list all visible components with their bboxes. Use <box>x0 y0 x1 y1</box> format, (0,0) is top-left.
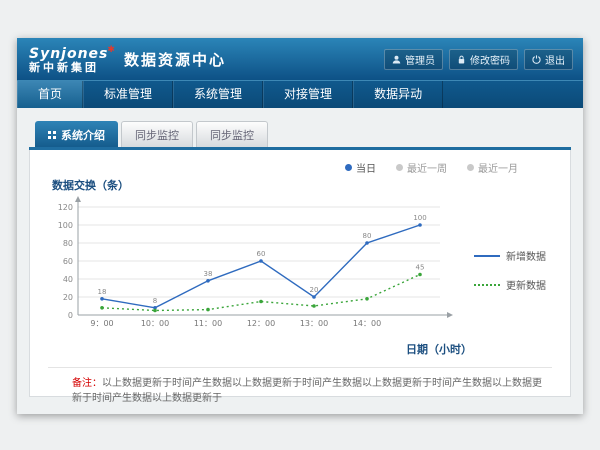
nav-item-system-mgmt[interactable]: 系统管理 <box>173 81 263 108</box>
legend-new-data-label: 新增数据 <box>506 248 546 263</box>
tab-system-intro-label: 系统介绍 <box>61 127 105 143</box>
svg-text:120: 120 <box>58 203 73 212</box>
tab-sync-monitor-1[interactable]: 同步监控 <box>121 121 193 147</box>
grid-icon <box>48 131 56 139</box>
radio-dot-icon <box>467 164 474 171</box>
svg-text:9：00: 9：00 <box>90 319 113 328</box>
tab-sync-monitor-2-label: 同步监控 <box>210 127 254 143</box>
divider <box>48 367 552 368</box>
admin-user-label: 管理员 <box>405 52 435 67</box>
change-password-button[interactable]: 修改密码 <box>449 49 518 70</box>
logout-button[interactable]: 退出 <box>524 49 573 70</box>
note-text: 以上数据更新于时间产生数据以上数据更新于时间产生数据以上数据更新于时间产生数据以… <box>72 378 542 404</box>
legend-updated-data[interactable]: 更新数据 <box>474 277 546 292</box>
time-range-filters: 当日 最近一周 最近一月 <box>48 160 552 175</box>
svg-text:60: 60 <box>63 257 73 266</box>
logout-label: 退出 <box>545 52 565 67</box>
filter-last-week[interactable]: 最近一周 <box>396 160 447 175</box>
change-password-label: 修改密码 <box>470 52 510 67</box>
logo: Synjones✱ 新中新集团 <box>17 45 114 73</box>
lock-icon <box>457 55 466 64</box>
chart-panel: 当日 最近一周 最近一月 数据交换（条） 0 20 40 60 80 100 120 9：00… <box>29 150 571 397</box>
svg-text:80: 80 <box>363 232 372 240</box>
svg-text:20: 20 <box>310 286 319 294</box>
svg-text:45: 45 <box>416 264 425 272</box>
nav-item-home[interactable]: 首页 <box>17 81 83 108</box>
footer-note: 备注：以上数据更新于时间产生数据以上数据更新于时间产生数据以上数据更新于时间产生… <box>48 376 552 406</box>
filter-today-label: 当日 <box>356 160 376 175</box>
content-area: 系统介绍 同步监控 同步监控 当日 最近一周 <box>17 108 583 397</box>
filter-last-week-label: 最近一周 <box>407 160 447 175</box>
note-label: 备注： <box>72 378 102 389</box>
solid-line-icon <box>474 255 500 257</box>
logo-star-icon: ✱ <box>107 45 115 55</box>
radio-dot-icon <box>396 164 403 171</box>
svg-text:40: 40 <box>63 275 73 284</box>
svg-text:14：00: 14：00 <box>353 319 381 328</box>
app-window: Synjones✱ 新中新集团 数据资源中心 管理员 修改密码 <box>17 38 583 414</box>
logo-name: Synjones <box>29 46 108 62</box>
nav-item-connect-mgmt[interactable]: 对接管理 <box>263 81 353 108</box>
filter-last-month-label: 最近一月 <box>478 160 518 175</box>
power-icon <box>532 55 541 64</box>
svg-text:0: 0 <box>68 311 73 320</box>
main-nav: 首页 标准管理 系统管理 对接管理 数据异动 <box>17 80 583 108</box>
filter-last-month[interactable]: 最近一月 <box>467 160 518 175</box>
nav-item-standard-mgmt[interactable]: 标准管理 <box>83 81 173 108</box>
radio-dot-icon <box>345 164 352 171</box>
filter-today[interactable]: 当日 <box>345 160 376 175</box>
svg-text:12：00: 12：00 <box>247 319 275 328</box>
dotted-line-icon <box>474 284 500 286</box>
svg-text:13：00: 13：00 <box>300 319 328 328</box>
header-bar: Synjones✱ 新中新集团 数据资源中心 管理员 修改密码 <box>17 38 583 80</box>
svg-text:100: 100 <box>413 214 426 222</box>
svg-text:100: 100 <box>58 221 73 230</box>
line-chart: 0 20 40 60 80 100 120 9：00 10：00 11：00 12：00 13：00 1… <box>48 195 468 345</box>
tab-bar: 系统介绍 同步监控 同步监控 <box>29 121 571 147</box>
nav-item-data-change[interactable]: 数据异动 <box>353 81 443 108</box>
svg-text:80: 80 <box>63 239 73 248</box>
svg-text:11：00: 11：00 <box>194 319 222 328</box>
header-actions: 管理员 修改密码 退出 <box>384 49 573 70</box>
svg-text:18: 18 <box>98 288 107 296</box>
svg-text:60: 60 <box>257 250 266 258</box>
series-legend: 新增数据 更新数据 <box>474 248 546 292</box>
svg-text:10：00: 10：00 <box>141 319 169 328</box>
page-title: 数据资源中心 <box>124 49 226 70</box>
tab-system-intro[interactable]: 系统介绍 <box>35 121 118 147</box>
legend-updated-data-label: 更新数据 <box>506 277 546 292</box>
tab-sync-monitor-1-label: 同步监控 <box>135 127 179 143</box>
admin-user-button[interactable]: 管理员 <box>384 49 443 70</box>
svg-text:38: 38 <box>204 270 213 278</box>
tab-sync-monitor-2[interactable]: 同步监控 <box>196 121 268 147</box>
user-icon <box>392 55 401 64</box>
svg-text:8: 8 <box>153 297 157 305</box>
logo-subtitle: 新中新集团 <box>29 62 114 74</box>
chart-row: 0 20 40 60 80 100 120 9：00 10：00 11：00 12：00 13：00 1… <box>48 195 552 345</box>
legend-new-data[interactable]: 新增数据 <box>474 248 546 263</box>
svg-text:20: 20 <box>63 293 73 302</box>
y-axis-title: 数据交换（条） <box>52 177 552 193</box>
